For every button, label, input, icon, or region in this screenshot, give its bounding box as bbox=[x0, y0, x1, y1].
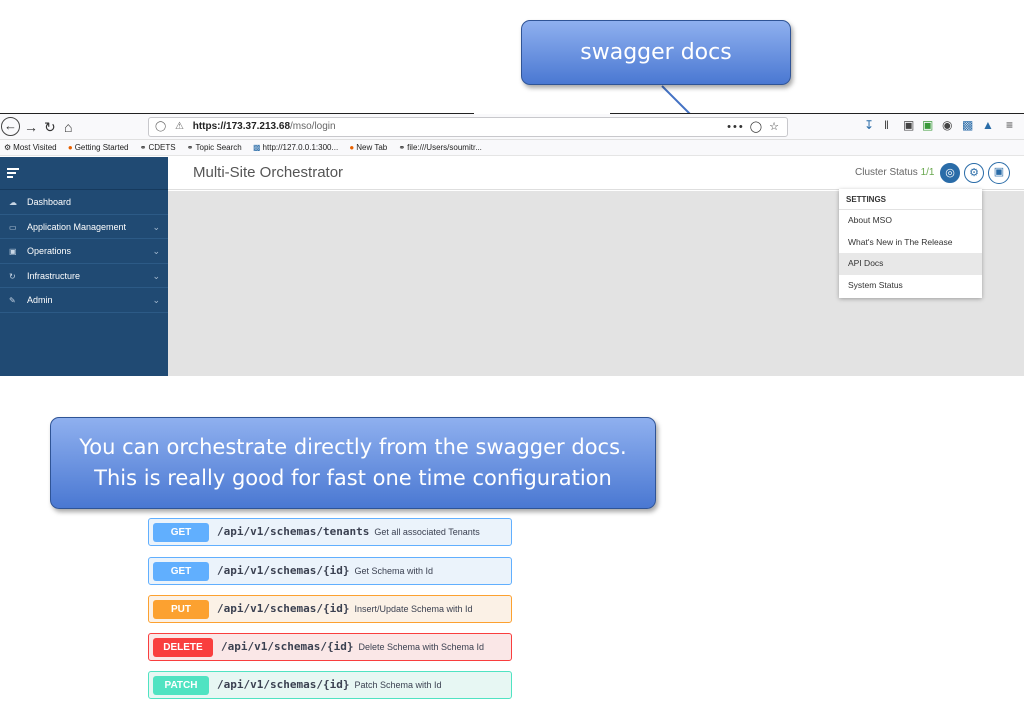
bookmarks-bar: ⚙ Most Visited ● Getting Started ⚭ CDETS ⚭ T… bbox=[0, 140, 1024, 156]
cluster-status-value: 1/1 bbox=[920, 167, 935, 178]
swagger-op-get-schema[interactable]: GET /api/v1/schemas/{id} Get Schema with … bbox=[148, 557, 512, 585]
home-icon[interactable]: ⌂ bbox=[64, 117, 72, 137]
url-host: https://173.37.213.68 bbox=[192, 121, 291, 132]
refresh-icon: ↻ bbox=[9, 271, 16, 281]
menu-item-api-docs[interactable]: API Docs bbox=[839, 253, 982, 275]
bookmark-most-visited[interactable]: ⚙ Most Visited bbox=[4, 143, 57, 152]
method-badge: GET bbox=[153, 562, 209, 581]
op-path: /api/v1/schemas/{id} Insert/Update Schema… bbox=[217, 602, 473, 615]
chevron-down-icon: ⌄ bbox=[152, 295, 160, 305]
op-description: Delete Schema with Schema Id bbox=[358, 642, 485, 652]
bookmark-star-icon[interactable]: ☆ bbox=[769, 121, 781, 133]
sidebar-item-dashboard[interactable]: ☁ Dashboard bbox=[0, 190, 168, 215]
sidebar-icon[interactable]: ▣ bbox=[903, 118, 914, 132]
sidebar-item-infrastructure[interactable]: ↻ Infrastructure ⌄ bbox=[0, 264, 168, 288]
op-description: Patch Schema with Id bbox=[354, 680, 442, 690]
extension-icon[interactable]: ▣ bbox=[922, 118, 933, 132]
menu-item-system-status[interactable]: System Status bbox=[839, 275, 982, 297]
op-path: /api/v1/schemas/tenants Get all associate… bbox=[217, 525, 480, 538]
library-icon[interactable]: ‖ bbox=[884, 118, 889, 132]
back-button[interactable]: ← bbox=[1, 117, 20, 136]
bookmark-file[interactable]: ⚭ file:///Users/soumitr... bbox=[398, 143, 481, 152]
cloud-icon: ☁ bbox=[9, 198, 17, 207]
globe-icon: ⚭ bbox=[186, 143, 194, 152]
cluster-status[interactable]: Cluster Status 1/1 bbox=[855, 167, 935, 178]
chevron-down-icon: ⌄ bbox=[152, 221, 160, 232]
chevron-down-icon: ⌄ bbox=[152, 246, 160, 256]
swagger-op-put-schema[interactable]: PUT /api/v1/schemas/{id} Insert/Update Sc… bbox=[148, 595, 512, 623]
swagger-op-get-tenants[interactable]: GET /api/v1/schemas/tenants Get all assoc… bbox=[148, 518, 512, 546]
globe-icon: ⚭ bbox=[139, 143, 147, 152]
callout-top-text: swagger docs bbox=[580, 40, 732, 65]
extension-shirt-icon[interactable]: ▲ bbox=[982, 118, 994, 132]
bookmark-cdets[interactable]: ⚭ CDETS bbox=[140, 143, 176, 152]
account-icon[interactable]: ◉ bbox=[942, 118, 952, 132]
firefox-icon: ● bbox=[349, 143, 355, 152]
callout-bottom-line1: You can orchestrate directly from the sw… bbox=[79, 435, 627, 459]
browser-window: ← → ↻ ⌂ ◯ ⚠ https://173.37.213.68/mso/lo… bbox=[0, 112, 1024, 376]
menu-item-about-mso[interactable]: About MSO bbox=[839, 210, 982, 232]
settings-heading: SETTINGS bbox=[839, 189, 982, 210]
bookmark-getting-started[interactable]: ● Getting Started bbox=[68, 143, 129, 152]
browser-toolbar: ← → ↻ ⌂ ◯ ⚠ https://173.37.213.68/mso/lo… bbox=[0, 114, 1024, 140]
gear-icon: ⚙ bbox=[4, 143, 12, 152]
chevron-down-icon: ⌄ bbox=[152, 270, 160, 281]
menu-item-whats-new[interactable]: What's New in The Release bbox=[839, 232, 982, 254]
hamburger-icon[interactable] bbox=[0, 157, 168, 190]
operations-icon: ▣ bbox=[9, 247, 17, 256]
lock-warning-icon: ⚠ bbox=[174, 121, 184, 132]
sidebar-item-admin[interactable]: ✎ Admin ⌄ bbox=[0, 288, 168, 313]
swagger-op-delete-schema[interactable]: DELETE /api/v1/schemas/{id} Delete Schema… bbox=[148, 633, 512, 661]
swagger-docs-callout: swagger docs bbox=[521, 20, 791, 85]
sidebar: ☁ Dashboard ▭ Application Management ⌄ ▣ Ope… bbox=[0, 157, 168, 376]
url-path: /mso/login bbox=[290, 121, 336, 132]
op-description: Insert/Update Schema with Id bbox=[354, 604, 473, 614]
download-icon[interactable]: ↧ bbox=[864, 118, 874, 132]
app-icon: ▭ bbox=[9, 222, 17, 232]
shield-icon: ◯ bbox=[155, 121, 167, 132]
reload-icon[interactable]: ↻ bbox=[44, 117, 56, 137]
sidebar-item-application-management[interactable]: ▭ Application Management ⌄ bbox=[0, 215, 168, 239]
bookmark-localhost[interactable]: ▩ http://127.0.0.1:300... bbox=[253, 143, 338, 152]
page-icon: ▩ bbox=[252, 143, 261, 152]
bookmark-topic-search[interactable]: ⚭ Topic Search bbox=[187, 143, 242, 152]
method-badge: GET bbox=[153, 523, 209, 542]
display-button[interactable]: ▣ bbox=[988, 162, 1010, 184]
sidebar-item-operations[interactable]: ▣ Operations ⌄ bbox=[0, 239, 168, 264]
sync-icon[interactable]: ▩ bbox=[962, 118, 973, 132]
settings-dropdown: SETTINGS About MSO What's New in The Rel… bbox=[839, 189, 982, 298]
orchestrate-callout: You can orchestrate directly from the sw… bbox=[50, 417, 656, 509]
op-description: Get Schema with Id bbox=[354, 566, 433, 576]
url-bar[interactable]: ◯ ⚠ https://173.37.213.68/mso/login ••• … bbox=[148, 117, 788, 137]
admin-icon: ✎ bbox=[9, 296, 16, 305]
more-icon[interactable]: ••• bbox=[727, 121, 745, 133]
method-badge: PUT bbox=[153, 600, 209, 619]
url-actions: ••• ◯ ☆ bbox=[727, 118, 781, 136]
globe-icon: ⚭ bbox=[398, 143, 406, 152]
settings-gear-button[interactable]: ⚙ bbox=[964, 163, 984, 183]
swagger-op-patch-schema[interactable]: PATCH /api/v1/schemas/{id} Patch Schema w… bbox=[148, 671, 512, 699]
op-path: /api/v1/schemas/{id} Delete Schema with S… bbox=[221, 640, 485, 653]
op-path: /api/v1/schemas/{id} Patch Schema with Id bbox=[217, 678, 442, 691]
op-description: Get all associated Tenants bbox=[374, 527, 480, 537]
method-badge: DELETE bbox=[153, 638, 213, 657]
callout-bottom-line2: This is really good for fast one time co… bbox=[94, 466, 612, 490]
op-path: /api/v1/schemas/{id} Get Schema with Id bbox=[217, 564, 433, 577]
page-title: Multi-Site Orchestrator bbox=[193, 164, 344, 181]
forward-button[interactable]: → bbox=[24, 117, 38, 137]
help-button[interactable]: ◎ bbox=[940, 163, 960, 183]
firefox-icon: ● bbox=[67, 143, 73, 152]
method-badge: PATCH bbox=[153, 676, 209, 695]
pocket-icon[interactable]: ◯ bbox=[750, 121, 764, 133]
menu-icon[interactable]: ≡ bbox=[1006, 118, 1013, 132]
bookmark-new-tab[interactable]: ● New Tab bbox=[349, 143, 387, 152]
